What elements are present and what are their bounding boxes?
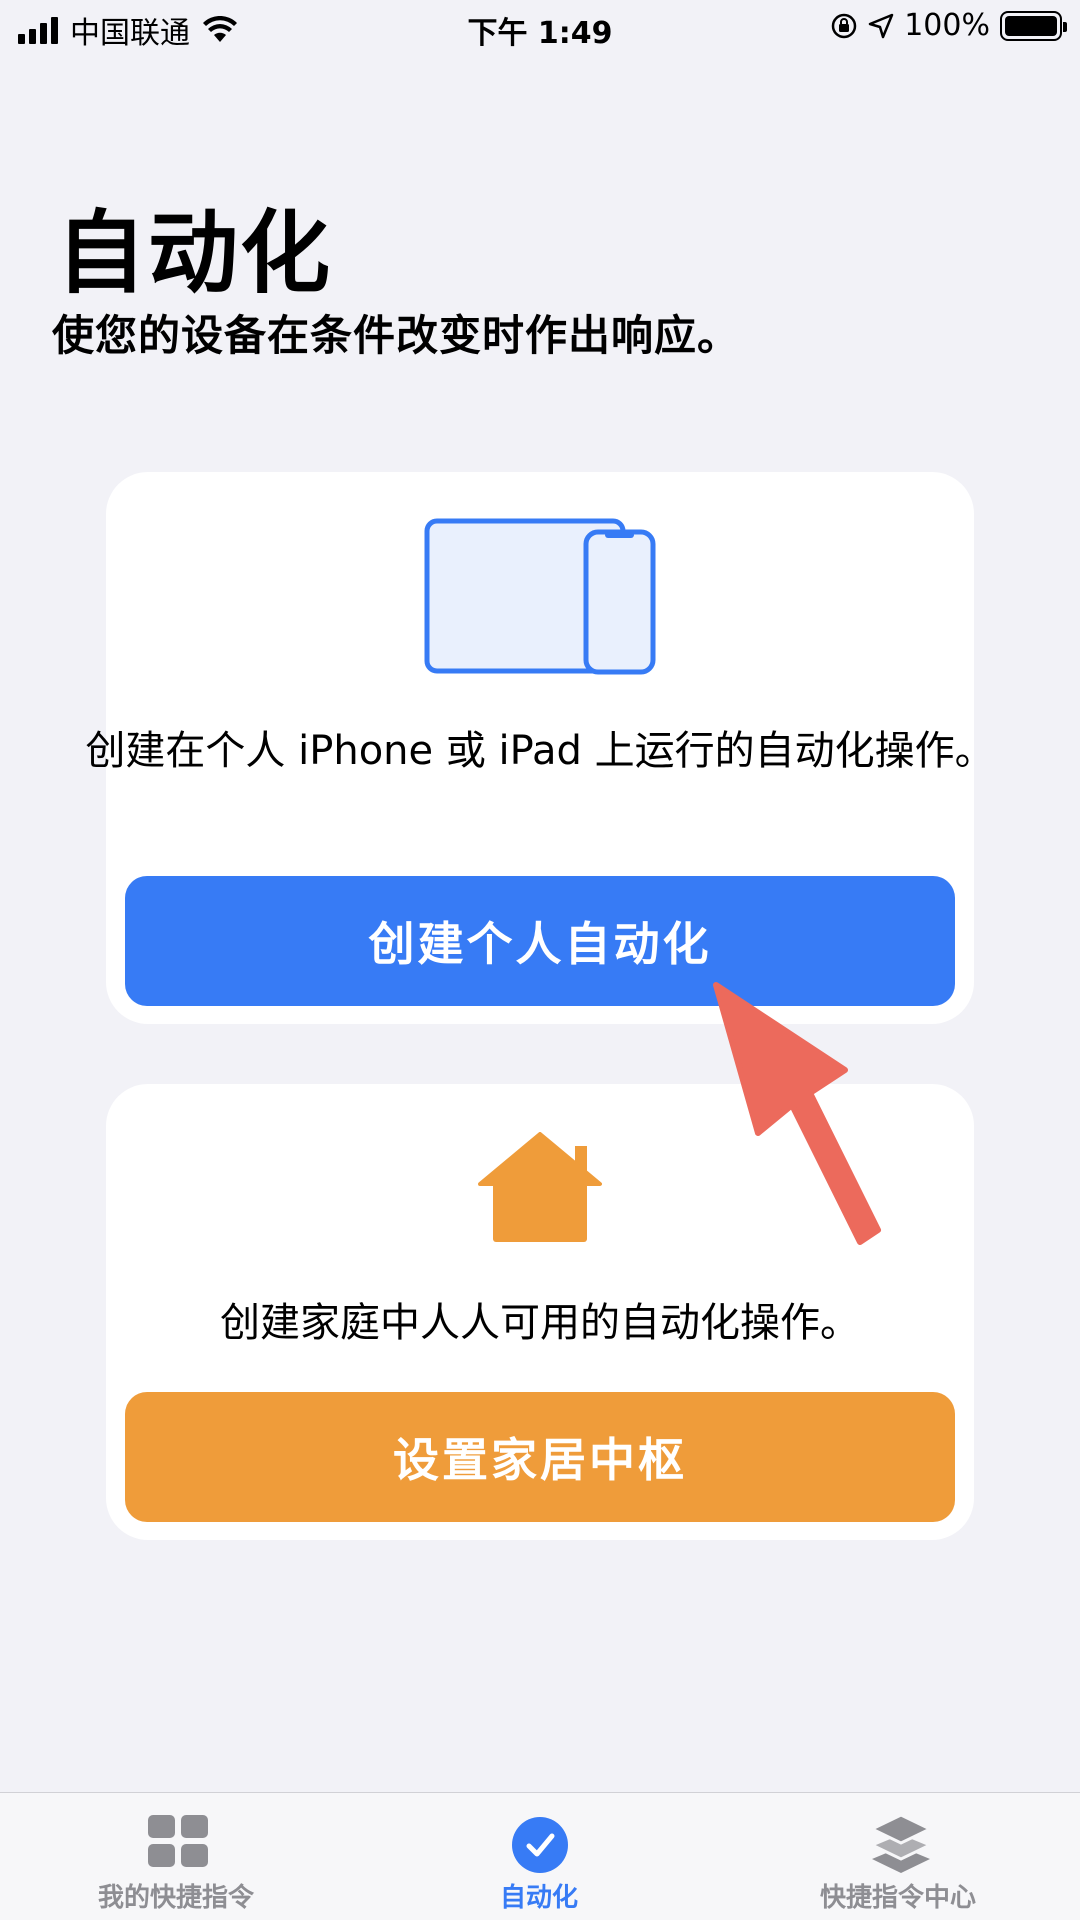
tab-automation[interactable]: 自动化	[440, 1793, 640, 1920]
orientation-lock-icon	[831, 13, 857, 38]
page-title: 自动化	[56, 201, 332, 306]
location-arrow-icon	[868, 13, 894, 38]
tab-label: 自动化	[500, 1883, 579, 1913]
battery-icon	[1000, 10, 1067, 41]
annotation-arrow-icon	[713, 982, 881, 1245]
iphone-ipad-icon	[424, 518, 656, 675]
battery-percent: 100%	[904, 8, 990, 43]
home-card-description: 创建家庭中人人可用的自动化操作。	[220, 1300, 860, 1346]
layers-icon	[870, 1813, 932, 1873]
tab-label: 我的快捷指令	[98, 1883, 255, 1913]
page-subtitle: 使您的设备在条件改变时作出响应。	[52, 311, 741, 360]
tab-bar: 我的快捷指令 自动化 快捷指令中心	[0, 1792, 1080, 1920]
status-bar-right: 100%	[830, 8, 1067, 43]
personal-card-description: 创建在个人 iPhone 或 iPad 上运行的自动化操作。	[85, 728, 995, 774]
status-bar: 中国联通 下午 1:49 100%	[0, 0, 1080, 56]
check-circle-icon	[512, 1817, 568, 1873]
tab-my-shortcuts[interactable]: 我的快捷指令	[78, 1793, 278, 1920]
tab-label: 快捷指令中心	[820, 1883, 977, 1913]
grid-icon	[148, 1815, 208, 1867]
setup-home-hub-button[interactable]: 设置家居中枢	[125, 1392, 955, 1522]
tab-gallery[interactable]: 快捷指令中心	[800, 1793, 1000, 1920]
home-icon	[478, 1132, 602, 1242]
